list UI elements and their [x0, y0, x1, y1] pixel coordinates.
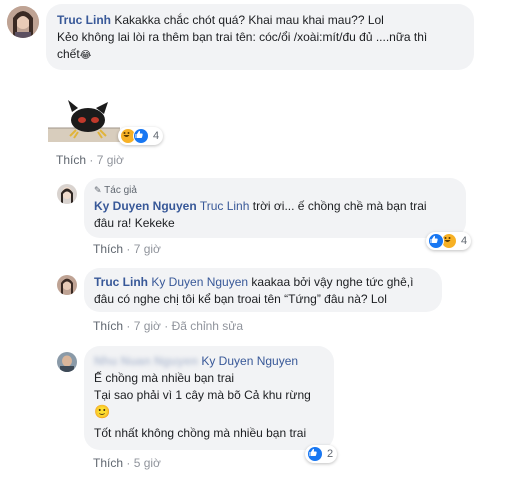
like-reaction-icon	[307, 446, 323, 462]
reaction-count: 4	[461, 235, 468, 247]
comment-text: Kakakka chắc chót quá? Khai mau khai mau…	[114, 13, 384, 27]
comment-author[interactable]: Ky Duyen Nguyen	[94, 199, 197, 213]
like-reaction-icon	[133, 128, 149, 144]
comment-text: trời ơi... ế chồng chề mà bạn trai	[252, 199, 427, 213]
comment-text: đâu ra! Kekeke	[94, 216, 175, 230]
avatar[interactable]	[57, 352, 77, 372]
comment-author[interactable]: Truc Linh	[94, 275, 148, 289]
author-badge: Tác giả	[104, 185, 137, 196]
timestamp[interactable]: 7 giờ	[134, 242, 161, 256]
comment-text: chết	[57, 47, 80, 61]
sticker-image[interactable]	[48, 98, 120, 146]
comment-author[interactable]: Truc Linh	[57, 13, 111, 27]
mention-tag[interactable]: Ky Duyen Nguyen	[201, 354, 298, 368]
like-link[interactable]: Thích	[93, 319, 123, 333]
emoji: 😂	[79, 50, 92, 61]
comment-text: Tốt nhất không chồng mà nhiều bạn trai	[94, 426, 307, 440]
emoji: 🙂	[94, 404, 111, 419]
comment-text: kaakaa bởi vậy nghe tức ghê,ì	[251, 275, 414, 289]
mention-tag[interactable]: Ky Duyen Nguyen	[151, 275, 248, 289]
comment-text: Kẻo không lai lòi ra thêm bạn trai tên: …	[57, 30, 428, 44]
mention-tag[interactable]: Truc Linh	[200, 199, 250, 213]
avatar[interactable]	[57, 275, 77, 295]
avatar[interactable]	[57, 184, 77, 204]
avatar[interactable]	[7, 6, 39, 38]
comment-author[interactable]: Nhu Nuan Nguyen	[94, 354, 198, 368]
profile-photo	[57, 275, 77, 295]
like-reaction-icon	[428, 233, 444, 249]
comment-text: Tại sao phải vì 1 cây mà bõ Cả khu rừng	[94, 388, 311, 402]
comment-text: Ế chồng mà nhiều bạn trai	[94, 371, 235, 385]
timestamp[interactable]: 7 giờ	[97, 153, 124, 167]
reaction-count: 2	[327, 448, 334, 460]
like-link[interactable]: Thích	[56, 153, 86, 167]
comment-text: đâu có nghe chị tôi kể bạn troai tên “Tứ…	[94, 292, 387, 306]
reaction-summary[interactable]: 4	[118, 127, 164, 145]
reaction-count: 4	[153, 130, 160, 142]
reaction-summary[interactable]: 2	[305, 445, 338, 463]
profile-photo	[57, 352, 77, 372]
edited-label[interactable]: Đã chỉnh sửa	[172, 319, 243, 333]
timestamp[interactable]: 7 giờ	[134, 319, 161, 333]
author-badge-icon: ✎	[94, 185, 102, 195]
timestamp[interactable]: 5 giờ	[134, 456, 161, 470]
profile-photo	[57, 184, 77, 204]
like-link[interactable]: Thích	[93, 456, 123, 470]
reaction-summary[interactable]: 4	[426, 232, 472, 250]
like-link[interactable]: Thích	[93, 242, 123, 256]
profile-photo	[7, 6, 39, 38]
